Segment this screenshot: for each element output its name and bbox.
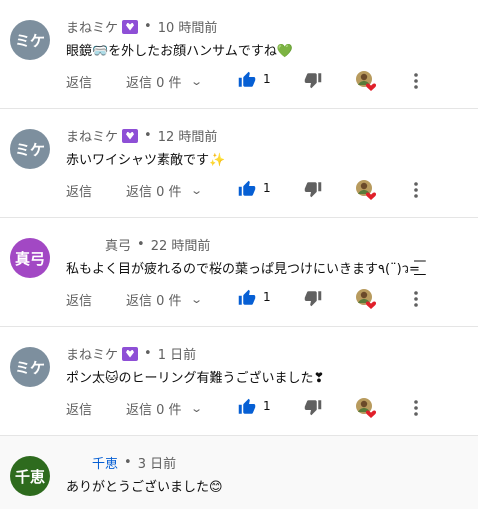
- creator-heart-icon: [356, 71, 377, 91]
- dislike-icon[interactable]: [304, 180, 322, 198]
- like-count: 1: [263, 290, 271, 304]
- comment-actions: 返信 返信 0 件 ⌄ 1: [66, 180, 466, 201]
- author-name[interactable]: まねミケ: [66, 17, 118, 36]
- like-icon[interactable]: [238, 398, 256, 416]
- avatar[interactable]: ミケ: [10, 20, 50, 60]
- comment-item: ミケ まねミケ • 10 時間前 眼鏡🥽を外したお顔ハンサムですね💚 返信 返信…: [0, 0, 478, 109]
- more-options-icon[interactable]: [412, 181, 420, 199]
- dislike-icon[interactable]: [304, 398, 322, 416]
- timestamp[interactable]: 10 時間前: [158, 17, 218, 36]
- member-badge-icon: [122, 346, 139, 361]
- comment-actions: 返信 返信 0 件 ⌄ 1: [66, 71, 466, 92]
- like-count: 1: [263, 181, 271, 195]
- comment-text: 眼鏡🥽を外したお顔ハンサムですね💚: [66, 44, 294, 59]
- comment-header: 真弓 • 22 時間前: [105, 235, 210, 254]
- timestamp[interactable]: 12 時間前: [158, 126, 218, 145]
- avatar[interactable]: 真弓: [10, 238, 50, 278]
- comment-actions: 返信 返信 0 件 ⌄ 1: [66, 289, 466, 310]
- timestamp[interactable]: 3 日前: [138, 453, 176, 472]
- comment-item-highlighted: 千恵 千恵 • 3 日前 ありがとうございました😊: [0, 436, 478, 509]
- reply-button[interactable]: 返信: [66, 181, 92, 200]
- comment-text: 赤いワイシャツ素敵です✨: [66, 153, 226, 168]
- avatar[interactable]: 千恵: [10, 456, 50, 496]
- comment-item: 真弓 真弓 • 22 時間前 私もよく目が疲れるので桜の葉っぱ見つけにいきます٩…: [0, 218, 478, 327]
- comment-item: ミケ まねミケ • 1 日前 ポン太🐱のヒーリング有難うございました❣ 返信 返…: [0, 327, 478, 436]
- view-replies-button[interactable]: 返信 0 件 ⌄: [126, 72, 203, 91]
- separator-dot: •: [144, 346, 152, 361]
- timestamp[interactable]: 1 日前: [158, 344, 196, 363]
- view-replies-button[interactable]: 返信 0 件 ⌄: [126, 290, 203, 309]
- reply-button[interactable]: 返信: [66, 399, 92, 418]
- avatar[interactable]: ミケ: [10, 129, 50, 169]
- comment-item: ミケ まねミケ • 12 時間前 赤いワイシャツ素敵です✨ 返信 返信 0 件 …: [0, 109, 478, 218]
- comment-header: まねミケ • 10 時間前: [66, 17, 217, 36]
- comment-text: ありがとうございました😊: [66, 480, 223, 495]
- author-name[interactable]: 真弓: [105, 235, 131, 254]
- dislike-icon[interactable]: [304, 71, 322, 89]
- member-badge-icon: [122, 19, 139, 34]
- comment-header: まねミケ • 12 時間前: [66, 126, 217, 145]
- like-icon[interactable]: [238, 289, 256, 307]
- comment-header: 千恵 • 3 日前: [92, 453, 176, 472]
- view-replies-label: 返信 0 件: [126, 294, 182, 309]
- separator-dot: •: [124, 455, 132, 470]
- like-icon[interactable]: [238, 180, 256, 198]
- creator-heart-icon: [356, 289, 377, 309]
- author-name[interactable]: まねミケ: [66, 344, 118, 363]
- chevron-down-icon: ⌄: [189, 293, 203, 306]
- creator-heart-icon: [356, 398, 377, 418]
- comment-actions: 返信 返信 0 件 ⌄ 1: [66, 398, 466, 419]
- view-replies-button[interactable]: 返信 0 件 ⌄: [126, 181, 203, 200]
- separator-dot: •: [144, 19, 152, 34]
- comment-header: まねミケ • 1 日前: [66, 344, 196, 363]
- view-replies-button[interactable]: 返信 0 件 ⌄: [126, 399, 203, 418]
- view-replies-label: 返信 0 件: [126, 185, 182, 200]
- member-badge-icon: [122, 128, 139, 143]
- like-icon[interactable]: [238, 71, 256, 89]
- chevron-down-icon: ⌄: [189, 184, 203, 197]
- creator-heart-icon: [356, 180, 377, 200]
- like-count: 1: [263, 399, 271, 413]
- author-name[interactable]: まねミケ: [66, 126, 118, 145]
- timestamp[interactable]: 22 時間前: [151, 235, 211, 254]
- avatar[interactable]: ミケ: [10, 347, 50, 387]
- dislike-icon[interactable]: [304, 289, 322, 307]
- like-count: 1: [263, 72, 271, 86]
- comment-text: 私もよく目が疲れるので桜の葉っぱ見つけにいきます٩(¨)ว=͟͟͞͞: [66, 262, 420, 277]
- more-options-icon[interactable]: [412, 72, 420, 90]
- more-options-icon[interactable]: [412, 399, 420, 417]
- reply-button[interactable]: 返信: [66, 290, 92, 309]
- separator-dot: •: [137, 237, 145, 252]
- comment-text: ポン太🐱のヒーリング有難うございました❣: [66, 371, 325, 386]
- author-name[interactable]: 千恵: [92, 453, 118, 472]
- reply-button[interactable]: 返信: [66, 72, 92, 91]
- chevron-down-icon: ⌄: [189, 75, 203, 88]
- view-replies-label: 返信 0 件: [126, 76, 182, 91]
- chevron-down-icon: ⌄: [189, 402, 203, 415]
- separator-dot: •: [144, 128, 152, 143]
- view-replies-label: 返信 0 件: [126, 403, 182, 418]
- more-options-icon[interactable]: [412, 290, 420, 308]
